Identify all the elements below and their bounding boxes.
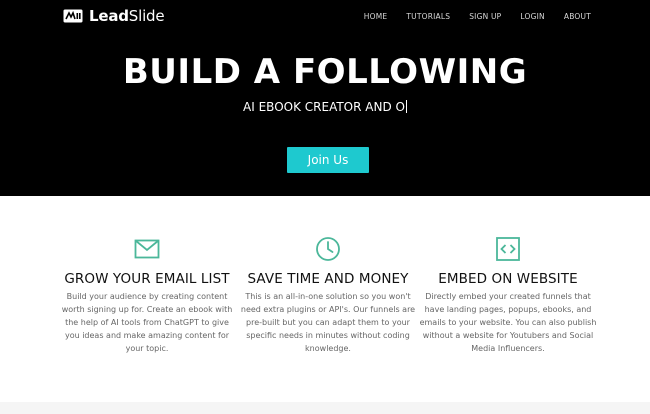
logo-icon — [63, 9, 83, 23]
mail-icon — [134, 239, 160, 259]
hero-title: BUILD A FOLLOWING — [122, 52, 528, 92]
feature-description: This is an all-in-one solution so you wo… — [240, 292, 416, 353]
feature-title: EMBED ON WEBSITE — [438, 271, 578, 287]
hero-section: LeadSlide HOME TUTORIALS SIGN UP LOGIN A… — [0, 0, 650, 196]
feature-embed: EMBED ON WEBSITE Directly embed your cre… — [418, 236, 598, 355]
brand-logo[interactable]: LeadSlide — [63, 7, 165, 25]
code-icon — [496, 237, 520, 261]
brand-name: LeadSlide — [89, 7, 165, 25]
typing-caret — [405, 100, 407, 113]
feature-save-time: SAVE TIME AND MONEY This is an all-in-on… — [238, 236, 418, 355]
feature-description: Build your audience by creating content … — [61, 292, 233, 353]
typed-text: AI EBOOK CREATOR AND O — [243, 100, 405, 114]
nav-about[interactable]: ABOUT — [564, 12, 591, 21]
nav-home[interactable]: HOME — [364, 12, 388, 21]
features-section: GROW YOUR EMAIL LIST Build your audience… — [0, 196, 650, 402]
typed-subtitle: AI EBOOK CREATOR AND O — [0, 100, 650, 114]
nav-sign-up[interactable]: SIGN UP — [469, 12, 501, 21]
feature-email-list: GROW YOUR EMAIL LIST Build your audience… — [57, 236, 237, 355]
feature-title: GROW YOUR EMAIL LIST — [64, 271, 230, 287]
clock-icon — [316, 237, 340, 261]
top-nav: HOME TUTORIALS SIGN UP LOGIN ABOUT — [345, 12, 591, 21]
nav-tutorials[interactable]: TUTORIALS — [406, 12, 450, 21]
feature-title: SAVE TIME AND MONEY — [247, 271, 409, 287]
nav-login[interactable]: LOGIN — [520, 12, 544, 21]
join-us-button[interactable]: Join Us — [287, 147, 369, 173]
next-section-edge — [0, 402, 650, 414]
feature-description: Directly embed your created funnels that… — [419, 292, 597, 353]
